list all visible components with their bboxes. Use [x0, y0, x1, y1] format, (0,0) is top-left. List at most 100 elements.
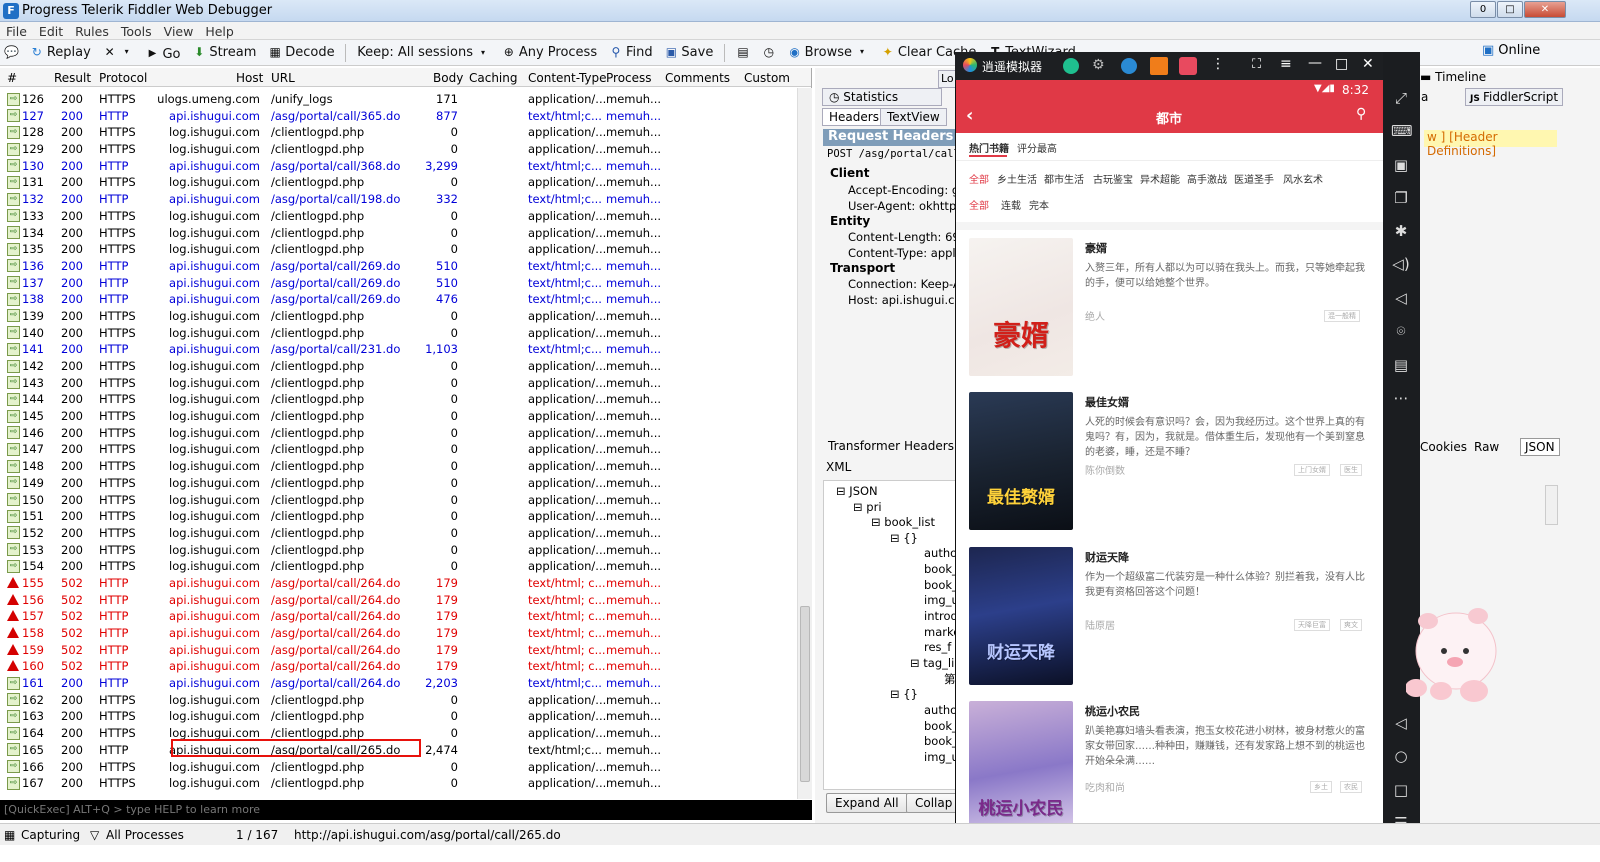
- session-row[interactable]: ⇨ 134 200 HTTPS log.ishugui.com/clientlogpd.…: [0, 225, 811, 242]
- session-row[interactable]: ⇨ 129 200 HTTPS log.ishugui.com/clientlogpd.…: [0, 141, 811, 158]
- tab-hot-books[interactable]: 热门书籍: [969, 140, 1009, 155]
- session-row[interactable]: ⇨ 127 200 HTTP api.ishugui.com/asg/portal/ca…: [0, 108, 811, 125]
- category-filter[interactable]: 都市生活: [1044, 171, 1084, 186]
- collapse-button[interactable]: Collap: [906, 793, 958, 813]
- menu-edit[interactable]: Edit: [33, 22, 69, 41]
- screenshot-button[interactable]: ▤: [732, 40, 754, 64]
- col-protocol[interactable]: Protocol: [99, 71, 147, 85]
- folder-icon[interactable]: ▤: [1391, 355, 1411, 375]
- category-filter[interactable]: 乡土生活: [997, 171, 1037, 186]
- close-button[interactable]: ✕: [1524, 1, 1566, 18]
- session-row[interactable]: ⇨ 135 200 HTTPS log.ishugui.com/clientlogpd.…: [0, 241, 811, 258]
- emu-close-icon[interactable]: ✕: [1362, 56, 1374, 72]
- multi-window-icon[interactable]: ❐: [1391, 188, 1411, 208]
- col-host[interactable]: Host: [236, 71, 263, 85]
- col-content-type[interactable]: Content-Type: [528, 71, 607, 85]
- session-row[interactable]: 160 502 HTTP api.ishugui.com/asg/portal/cal…: [0, 658, 811, 675]
- emu-minimize-icon[interactable]: —: [1308, 55, 1322, 71]
- settings-gear-icon[interactable]: ⚙: [1092, 57, 1105, 73]
- tree-leaf[interactable]: img_u: [924, 593, 959, 607]
- session-row[interactable]: ⇨ 163 200 HTTPS log.ishugui.com/clientlogpd.…: [0, 708, 811, 725]
- book-cover-image[interactable]: 豪婿: [969, 238, 1073, 376]
- tree-node-book-list[interactable]: ⊟ book_list: [871, 515, 935, 529]
- book-tag[interactable]: 爽文: [1340, 619, 1362, 631]
- android-recents-icon[interactable]: □: [1391, 780, 1411, 800]
- header-definitions-link[interactable]: w ] [Header Definitions]: [1424, 130, 1557, 158]
- process-filter[interactable]: All Processes: [106, 828, 184, 842]
- group-transport[interactable]: Transport: [830, 261, 895, 275]
- col-comments[interactable]: Comments: [665, 71, 730, 85]
- session-row[interactable]: ⇨ 162 200 HTTPS log.ishugui.com/clientlogpd.…: [0, 692, 811, 709]
- timer-button[interactable]: ◷: [758, 40, 780, 64]
- session-row[interactable]: 157 502 HTTP api.ishugui.com/asg/portal/cal…: [0, 608, 811, 625]
- status-filter[interactable]: 全部: [969, 197, 989, 212]
- tree-leaf[interactable]: introd: [924, 609, 958, 623]
- session-row[interactable]: ⇨ 139 200 HTTPS log.ishugui.com/clientlogpd.…: [0, 308, 811, 325]
- sessions-list[interactable]: # Result Protocol Host URL Body Caching …: [0, 68, 812, 799]
- menu-file[interactable]: File: [0, 22, 33, 41]
- book-tag[interactable]: 乡土: [1310, 781, 1332, 793]
- tree-node-tag-list[interactable]: ⊟ tag_li: [910, 656, 954, 670]
- session-row[interactable]: ⇨ 153 200 HTTPS log.ishugui.com/clientlogpd.…: [0, 542, 811, 559]
- category-filter[interactable]: 医道圣手: [1234, 171, 1274, 186]
- session-row[interactable]: 156 502 HTTP api.ishugui.com/asg/portal/cal…: [0, 592, 811, 609]
- session-row[interactable]: ⇨ 151 200 HTTPS log.ishugui.com/clientlogpd.…: [0, 508, 811, 525]
- tree-node-object[interactable]: ⊟ {}: [890, 531, 918, 545]
- tab-transformer[interactable]: Transformer: [822, 438, 906, 456]
- book-tag[interactable]: 上门女婿: [1294, 464, 1330, 476]
- session-row[interactable]: ⇨ 145 200 HTTPS log.ishugui.com/clientlogpd.…: [0, 408, 811, 425]
- tree-leaf[interactable]: book_: [924, 719, 958, 733]
- category-filter[interactable]: 古玩鉴宝: [1093, 171, 1133, 186]
- book-title[interactable]: 豪婿: [1085, 240, 1107, 256]
- tab-raw[interactable]: Raw: [1474, 440, 1499, 454]
- expand-all-button[interactable]: Expand All: [826, 793, 908, 813]
- col-num[interactable]: #: [7, 71, 17, 85]
- session-row[interactable]: ⇨ 152 200 HTTPS log.ishugui.com/clientlogpd.…: [0, 525, 811, 542]
- book-title[interactable]: 桃运小农民: [1085, 703, 1140, 719]
- capturing-status[interactable]: Capturing: [21, 828, 80, 842]
- session-row[interactable]: ⇨ 133 200 HTTPS log.ishugui.com/clientlogpd.…: [0, 208, 811, 225]
- tab-cookies[interactable]: Cookies: [1420, 440, 1467, 454]
- keep-sessions-dropdown[interactable]: Keep: All sessions ▾: [353, 41, 494, 65]
- tab-top-rated[interactable]: 评分最高: [1017, 140, 1057, 155]
- session-row[interactable]: ⇨ 130 200 HTTP api.ishugui.com/asg/portal/ca…: [0, 158, 811, 175]
- tree-leaf[interactable]: book_: [924, 562, 958, 576]
- book-cover-image[interactable]: 最佳赘婿: [969, 392, 1073, 530]
- search-icon[interactable]: ⚲: [1356, 106, 1366, 122]
- group-entity[interactable]: Entity: [830, 214, 870, 228]
- remove-button[interactable]: ✕ ▾: [99, 40, 138, 64]
- quickexec-input[interactable]: [QuickExec] ALT+Q > type HELP to learn m…: [0, 800, 812, 820]
- book-tag[interactable]: 天降巨富: [1294, 619, 1330, 631]
- tab-fiddlerscript[interactable]: JS FiddlerScript: [1465, 88, 1564, 106]
- keyboard-icon[interactable]: ⌨: [1391, 121, 1413, 141]
- tab-textview[interactable]: TextView: [880, 108, 947, 126]
- col-process[interactable]: Process: [606, 71, 652, 85]
- session-row[interactable]: ⇨ 142 200 HTTPS log.ishugui.com/clientlogpd.…: [0, 358, 811, 375]
- session-row[interactable]: ⇨ 132 200 HTTP api.ishugui.com/asg/portal/ca…: [0, 191, 811, 208]
- tree-leaf[interactable]: res_f: [924, 640, 951, 654]
- book-title[interactable]: 最佳女婿: [1085, 394, 1129, 410]
- col-result[interactable]: Result: [54, 71, 91, 85]
- session-row[interactable]: 155 502 HTTP api.ishugui.com/asg/portal/cal…: [0, 575, 811, 592]
- android-back-icon[interactable]: ◁: [1391, 713, 1411, 733]
- menu-icon[interactable]: ≡: [1280, 56, 1292, 72]
- maximize-button[interactable]: □: [1497, 1, 1523, 18]
- stream-button[interactable]: ⬇ Stream: [188, 40, 260, 64]
- tab-statistics[interactable]: ◷ Statistics: [822, 88, 942, 106]
- comment-button[interactable]: 💬: [0, 40, 22, 64]
- session-row[interactable]: ⇨ 131 200 HTTPS log.ishugui.com/clientlogpd.…: [0, 174, 811, 191]
- settings-icon[interactable]: ✱: [1391, 221, 1411, 241]
- browser-icon[interactable]: [1121, 58, 1137, 74]
- session-row[interactable]: ⇨ 138 200 HTTP api.ishugui.com/asg/portal/ca…: [0, 291, 811, 308]
- volume-down-icon[interactable]: ◁: [1391, 288, 1411, 308]
- decode-button[interactable]: ▦ Decode: [264, 40, 338, 64]
- col-url[interactable]: URL: [271, 71, 295, 85]
- tree-leaf[interactable]: img_u: [924, 750, 959, 764]
- session-row[interactable]: ⇨ 144 200 HTTPS log.ishugui.com/clientlogpd.…: [0, 391, 811, 408]
- session-row[interactable]: 159 502 HTTP api.ishugui.com/asg/portal/cal…: [0, 642, 811, 659]
- location-icon[interactable]: ⌾: [1391, 321, 1411, 341]
- book-title[interactable]: 财运天降: [1085, 549, 1129, 565]
- tab-json[interactable]: JSON: [1520, 438, 1560, 456]
- session-row[interactable]: ⇨ 136 200 HTTP api.ishugui.com/asg/portal/ca…: [0, 258, 811, 275]
- find-button[interactable]: ⚲ Find: [605, 40, 657, 64]
